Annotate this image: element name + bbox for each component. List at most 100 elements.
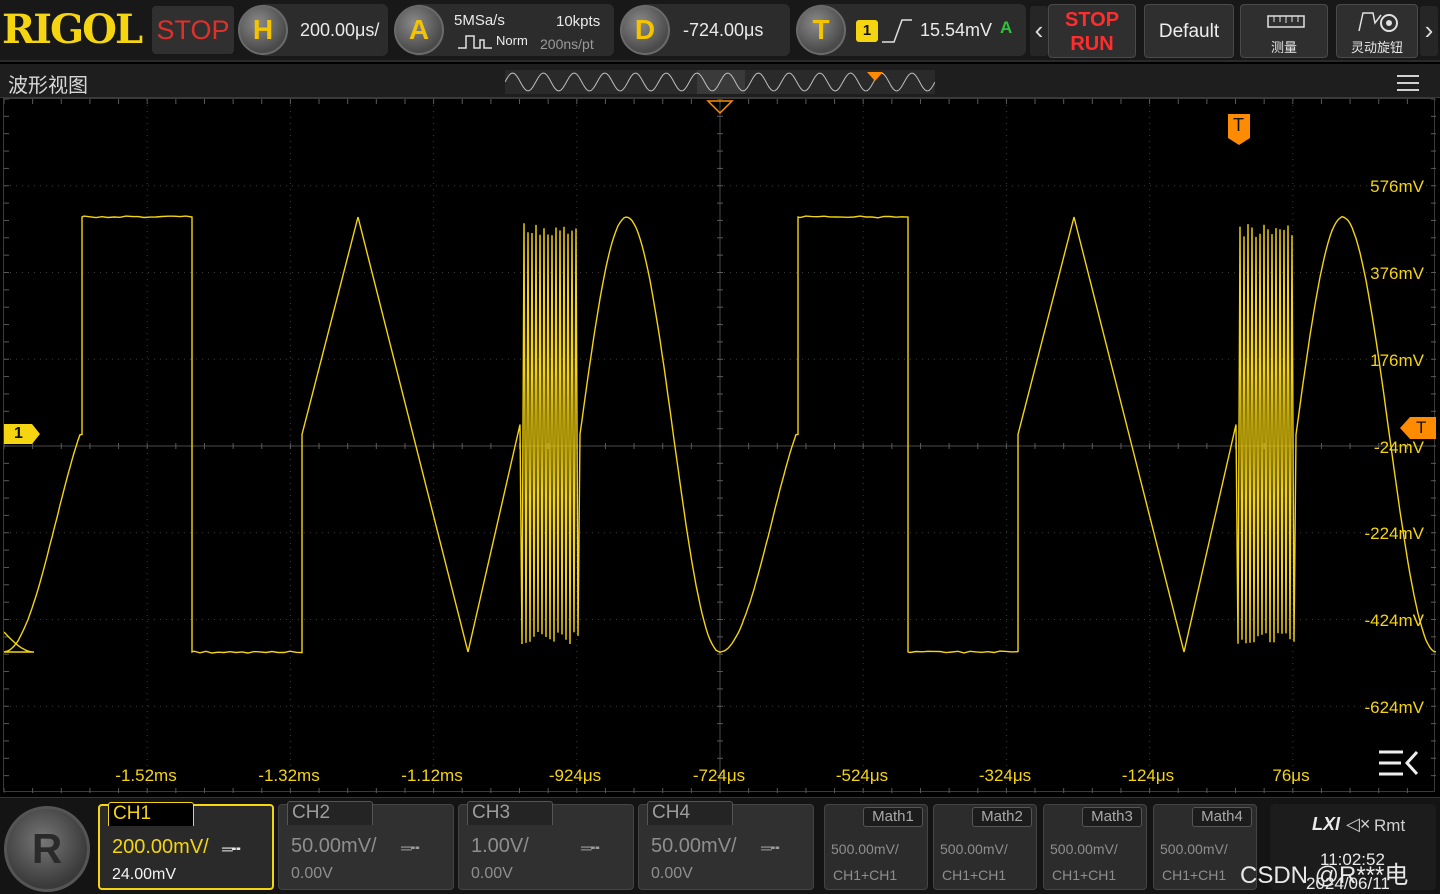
knob-gear-icon — [1357, 9, 1401, 35]
scroll-left-arrow[interactable]: ‹ — [1030, 6, 1048, 56]
view-menu-icon[interactable] — [1397, 75, 1419, 91]
bottom-channel-bar: R CH1 200.00mV/ 24.00mV ═╍ CH2 50.00mV/ … — [0, 797, 1440, 894]
t-scale-label: -1.52ms — [115, 766, 176, 786]
rigol-r-icon: R — [7, 809, 87, 889]
ch2-card[interactable]: CH2 50.00mV/ 0.00V ═╍ — [278, 804, 454, 890]
ch3-tab: CH3 — [467, 801, 553, 825]
v-scale-label: 576mV — [1370, 177, 1424, 197]
math4-scale: 500.00mV/ — [1160, 841, 1228, 857]
stop-run-button[interactable]: STOP RUN — [1048, 4, 1136, 58]
ch3-card[interactable]: CH3 1.00V/ 0.00V ═╍ — [458, 804, 634, 890]
default-button[interactable]: Default — [1144, 4, 1234, 58]
scroll-right-arrow[interactable]: › — [1420, 6, 1438, 56]
horizontal-icon[interactable]: H — [238, 5, 288, 55]
t-scale-label: -724μs — [693, 766, 745, 786]
ch2-tab: CH2 — [287, 801, 373, 825]
remote-indicator: Rmt — [1374, 816, 1405, 836]
math3-tab: Math3 — [1082, 807, 1142, 827]
trigger-level-label: T — [1416, 418, 1426, 438]
ch2-offset: 0.00V — [291, 865, 333, 883]
watermark: CSDN @R***电 — [1240, 855, 1408, 890]
math3-scale: 500.00mV/ — [1050, 841, 1118, 857]
navigation-menu-icon[interactable] — [1377, 746, 1421, 782]
math4-tab: Math4 — [1192, 807, 1252, 827]
ch3-offset: 0.00V — [471, 865, 513, 883]
v-scale-label: -224mV — [1364, 524, 1424, 544]
knob-button[interactable]: 灵动旋钮 — [1336, 4, 1418, 58]
t-scale-label: -124μs — [1122, 766, 1174, 786]
ch3-scale: 1.00V/ — [471, 835, 529, 858]
math1-scale: 500.00mV/ — [831, 841, 899, 857]
default-label: Default — [1145, 21, 1233, 43]
math4-source: CH1+CH1 — [1162, 867, 1226, 883]
waveform-view-header: 波形视图 — [0, 64, 1440, 98]
math1-tab: Math1 — [863, 807, 923, 827]
waveform-canvas[interactable] — [4, 99, 1436, 793]
ch4-scale: 50.00mV/ — [651, 835, 737, 858]
trigger-flag-label: T — [1233, 115, 1244, 136]
ch1-offset: 24.00mV — [112, 866, 176, 884]
math2-card[interactable]: Math2 500.00mV/ CH1+CH1 — [933, 804, 1037, 890]
math1-card[interactable]: Math1 500.00mV/ CH1+CH1 — [824, 804, 928, 890]
acquire-mode-icon — [458, 34, 492, 50]
t-scale-label: -1.12ms — [401, 766, 462, 786]
dc-coupling-icon: ═╍ — [401, 839, 419, 857]
trigger-source-badge: 1 — [856, 20, 878, 42]
measure-label: 测量 — [1241, 37, 1327, 56]
v-scale-label: 176mV — [1370, 351, 1424, 371]
trigger-status: A — [1000, 18, 1012, 38]
math2-source: CH1+CH1 — [942, 867, 1006, 883]
top-status-bar: RIGOL STOP H 200.00μs/ A 5MSa/s 10kpts N… — [0, 0, 1440, 62]
sample-rate: 5MSa/s — [454, 12, 505, 29]
home-logo-button[interactable]: R — [4, 806, 90, 892]
ch1-scale: 200.00mV/ — [112, 836, 209, 859]
resolution: 200ns/pt — [540, 36, 594, 52]
dc-coupling-icon: ═╍ — [222, 840, 240, 858]
v-scale-label: -424mV — [1364, 611, 1424, 631]
t-scale-label: 76μs — [1272, 766, 1309, 786]
oscilloscope-screen: RIGOL STOP H 200.00μs/ A 5MSa/s 10kpts N… — [0, 0, 1440, 894]
timebase-value: 200.00μs/ — [300, 20, 379, 41]
v-scale-label: -24mV — [1374, 438, 1424, 458]
stop-label: STOP — [1049, 9, 1135, 32]
knob-label: 灵动旋钮 — [1337, 37, 1417, 56]
measure-button[interactable]: 测量 — [1240, 4, 1328, 58]
run-state-indicator[interactable]: STOP — [152, 6, 234, 54]
waveform-grid-area[interactable]: 1 T T 576mV 376mV 176mV -24mV -224mV -42… — [3, 98, 1435, 792]
delay-icon[interactable]: D — [620, 5, 670, 55]
ch1-marker-label: 1 — [14, 425, 23, 443]
ruler-icon — [1267, 13, 1305, 29]
memory-depth: 10kpts — [556, 13, 600, 30]
trigger-icon[interactable]: T — [796, 5, 846, 55]
math3-source: CH1+CH1 — [1052, 867, 1116, 883]
memory-overview-strip[interactable] — [505, 70, 935, 94]
acquire-icon[interactable]: A — [394, 5, 444, 55]
run-label: RUN — [1049, 33, 1135, 56]
math2-scale: 500.00mV/ — [940, 841, 1008, 857]
ch4-offset: 0.00V — [651, 865, 693, 883]
trigger-mode: Norm — [496, 33, 528, 48]
t-scale-label: -524μs — [836, 766, 888, 786]
v-scale-label: -624mV — [1364, 698, 1424, 718]
ch4-card[interactable]: CH4 50.00mV/ 0.00V ═╍ — [638, 804, 814, 890]
brand-logo: RIGOL — [2, 6, 148, 54]
math1-source: CH1+CH1 — [833, 867, 897, 883]
ch2-scale: 50.00mV/ — [291, 835, 377, 858]
dc-coupling-icon: ═╍ — [761, 839, 779, 857]
speaker-mute-icon[interactable]: ◁× — [1346, 814, 1370, 835]
view-title: 波形视图 — [8, 69, 88, 98]
grid-lines — [4, 99, 1436, 793]
ch1-tab: CH1 — [108, 802, 194, 826]
t-scale-label: -324μs — [979, 766, 1031, 786]
ch1-card[interactable]: CH1 200.00mV/ 24.00mV ═╍ — [98, 804, 274, 890]
math3-card[interactable]: Math3 500.00mV/ CH1+CH1 — [1043, 804, 1147, 890]
dc-coupling-icon: ═╍ — [581, 839, 599, 857]
trigger-level: 15.54mV — [920, 20, 992, 41]
delay-value: -724.00μs — [683, 20, 763, 41]
lxi-indicator: LXI — [1312, 814, 1340, 835]
ch4-tab: CH4 — [647, 801, 733, 825]
v-scale-label: 376mV — [1370, 264, 1424, 284]
rising-edge-icon — [882, 16, 912, 46]
t-scale-label: -924μs — [549, 766, 601, 786]
math2-tab: Math2 — [972, 807, 1032, 827]
